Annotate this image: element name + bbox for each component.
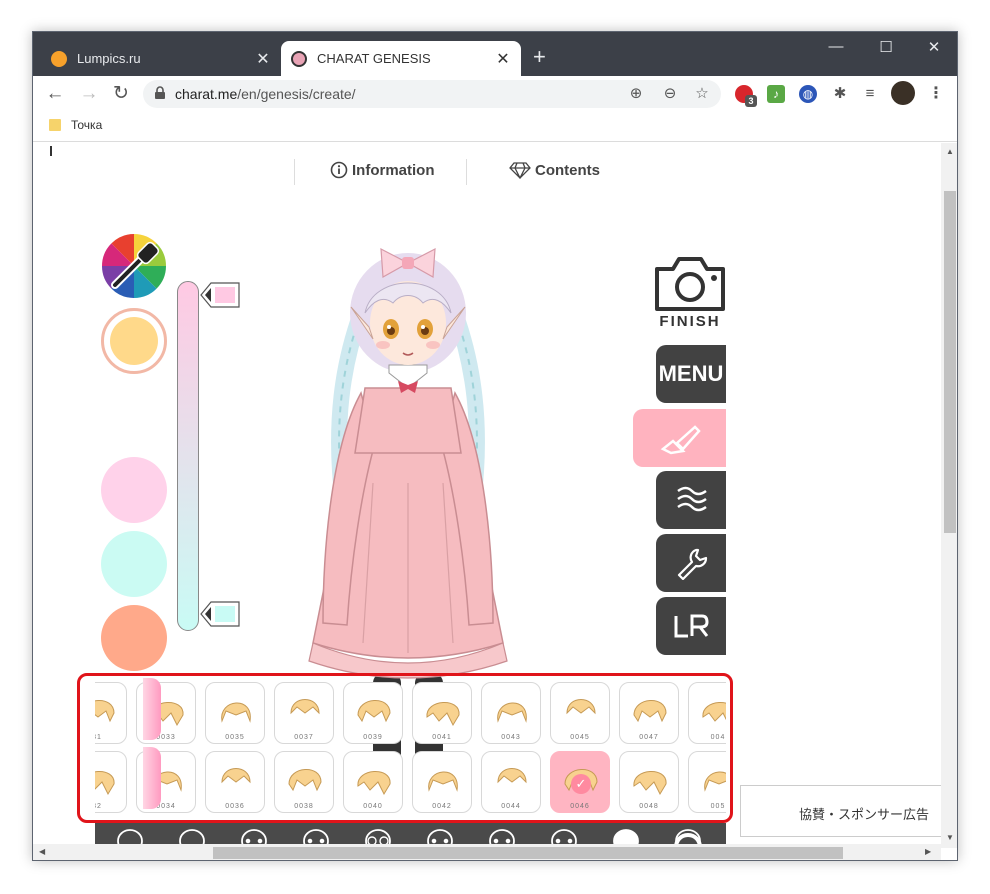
url-path: /en/genesis/create/ xyxy=(237,86,356,102)
bookmarks-bar: Точка xyxy=(33,112,957,142)
left-right-toggle-button[interactable] xyxy=(656,597,726,655)
tab-title: CHARAT GENESIS xyxy=(317,51,431,66)
gradient-top-handle[interactable] xyxy=(199,282,241,308)
scroll-up-arrow-icon[interactable]: ▲ xyxy=(941,147,957,156)
puzzle-extensions-icon[interactable]: ✱ xyxy=(831,85,849,103)
pink-color-swatch[interactable] xyxy=(101,457,167,523)
horizontal-scrollbar[interactable]: ◀ ▶ xyxy=(33,844,941,860)
bookmark-star-icon[interactable]: ☆ xyxy=(693,85,711,103)
reload-icon[interactable]: ↻ xyxy=(109,82,133,106)
information-link[interactable]: Information xyxy=(330,161,435,179)
pattern-icon xyxy=(677,486,707,512)
text-caret xyxy=(50,146,52,156)
info-icon xyxy=(330,161,348,179)
scroll-right-arrow-icon[interactable]: ▶ xyxy=(925,847,931,856)
information-label: Information xyxy=(352,161,435,179)
vertical-scrollbar[interactable]: ▲ ▼ xyxy=(941,143,957,848)
color-picker-icon[interactable] xyxy=(101,233,167,299)
nav-divider xyxy=(466,159,467,185)
nav-divider xyxy=(294,159,295,185)
tab-lumpics[interactable]: Lumpics.ru ✕ xyxy=(41,41,281,76)
extension-badge: 3 xyxy=(745,95,757,107)
sponsor-ad[interactable]: 協賛・スポンサー広告 xyxy=(740,785,941,837)
wrench-tool-button[interactable] xyxy=(656,534,726,592)
tab-close-icon[interactable]: ✕ xyxy=(255,49,271,69)
finish-label: FINISH xyxy=(659,313,721,330)
zoom-out-icon[interactable]: ⊖ xyxy=(661,85,679,103)
minimize-button[interactable]: — xyxy=(813,38,859,55)
selected-color-fill xyxy=(110,317,158,365)
paint-tool-button[interactable] xyxy=(633,409,726,467)
contents-label: Contents xyxy=(535,161,600,179)
pattern-tool-button[interactable] xyxy=(656,471,726,529)
tab-title: Lumpics.ru xyxy=(77,51,141,66)
browser-window: Lumpics.ru ✕ CHARAT GENESIS ✕ + — ☐ ✕ ← … xyxy=(32,31,958,861)
sponsor-ad-text: 協賛・スポンサー広告 xyxy=(799,807,930,822)
globe-extension-icon[interactable]: ◍ xyxy=(799,85,817,103)
browser-toolbar: ← → ↻ charat.me/en/genesis/create/ ⊕ ⊖ ☆… xyxy=(33,76,957,112)
bookmark-folder-tochka[interactable]: Точка xyxy=(49,118,102,132)
scroll-down-arrow-icon[interactable]: ▼ xyxy=(941,833,957,842)
profile-avatar[interactable] xyxy=(891,81,915,105)
maximize-button[interactable]: ☐ xyxy=(863,38,909,56)
media-queue-icon[interactable]: ≡ xyxy=(861,85,879,103)
diamond-icon xyxy=(509,162,531,179)
charat-favicon-icon xyxy=(291,50,307,67)
zoom-in-icon[interactable]: ⊕ xyxy=(627,85,645,103)
url-host: charat.me xyxy=(175,86,238,102)
new-tab-button[interactable]: + xyxy=(533,46,546,68)
horizontal-scroll-thumb[interactable] xyxy=(213,847,843,859)
url-text: charat.me/en/genesis/create/ xyxy=(175,86,356,102)
lr-icon xyxy=(674,614,709,638)
hair-selection-highlight xyxy=(77,673,733,823)
lock-icon xyxy=(155,86,165,99)
contents-link[interactable]: Contents xyxy=(509,161,600,179)
gradient-bottom-handle[interactable] xyxy=(199,601,241,627)
folder-icon xyxy=(49,119,61,131)
kebab-menu-icon[interactable]: ⋮ xyxy=(927,85,945,103)
vertical-scroll-thumb[interactable] xyxy=(944,191,956,533)
finish-button[interactable]: FINISH xyxy=(651,253,729,333)
tab-strip: Lumpics.ru ✕ CHARAT GENESIS ✕ + — ☐ ✕ xyxy=(33,32,957,76)
music-extension-icon[interactable]: ♪ xyxy=(767,85,785,103)
top-navigation: Information Contents xyxy=(294,151,698,191)
gradient-slider[interactable] xyxy=(177,281,199,631)
salmon-color-swatch[interactable] xyxy=(101,605,167,671)
mint-color-swatch[interactable] xyxy=(101,531,167,597)
back-arrow-icon[interactable]: ← xyxy=(43,82,67,106)
address-bar[interactable]: charat.me/en/genesis/create/ ⊕ ⊖ ☆ xyxy=(143,80,721,108)
tab-close-icon[interactable]: ✕ xyxy=(495,49,511,69)
menu-button[interactable]: MENU xyxy=(656,345,726,403)
close-window-button[interactable]: ✕ xyxy=(911,38,957,56)
tab-charat-genesis[interactable]: CHARAT GENESIS ✕ xyxy=(281,41,521,76)
paint-tube-icon xyxy=(660,425,701,455)
lumpics-favicon-icon xyxy=(51,50,67,67)
wrench-icon xyxy=(677,548,708,580)
camera-icon xyxy=(655,257,725,311)
forward-arrow-icon[interactable]: → xyxy=(77,82,101,106)
scroll-left-arrow-icon[interactable]: ◀ xyxy=(39,847,45,856)
page-content: Information Contents FINISH MENU 1 0033 … xyxy=(33,143,941,848)
selected-color-swatch[interactable] xyxy=(101,308,167,374)
menu-label: MENU xyxy=(658,361,724,386)
bookmark-label: Точка xyxy=(71,118,103,132)
